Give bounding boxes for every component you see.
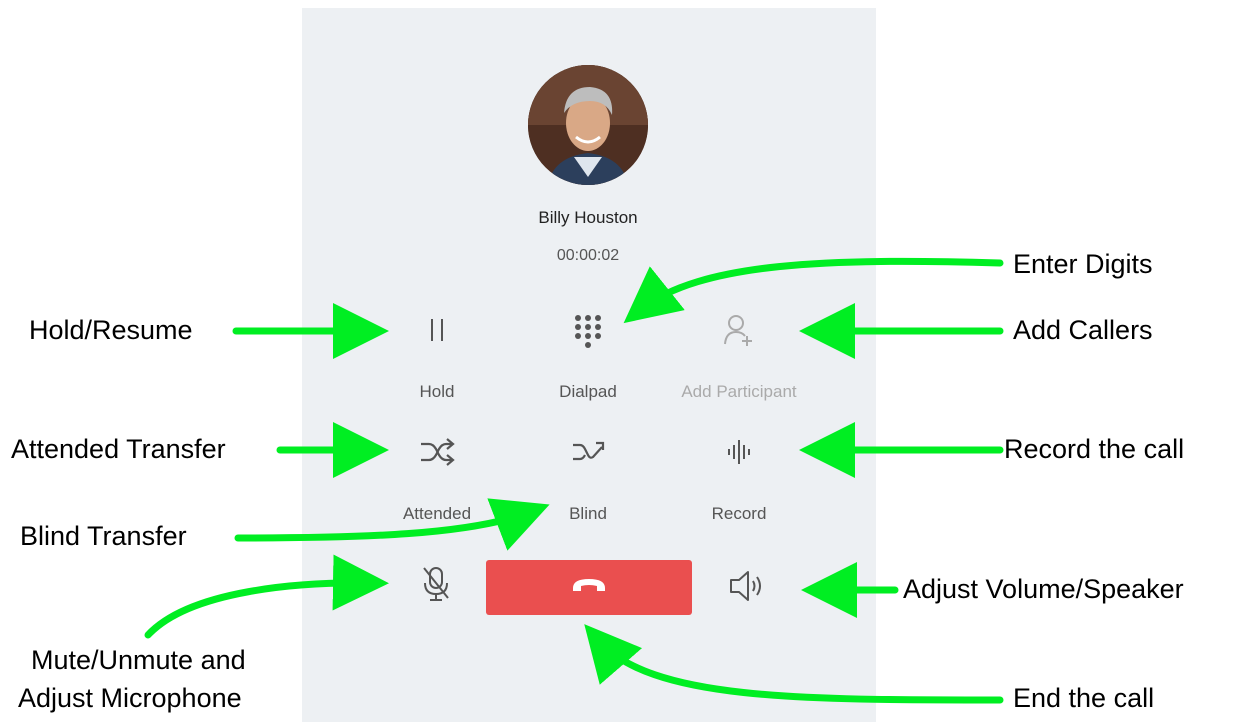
annotation-hold-resume: Hold/Resume bbox=[29, 315, 193, 345]
annotation-adjust-volume: Adjust Volume/Speaker bbox=[903, 574, 1184, 604]
arrow-blind bbox=[234, 498, 550, 551]
arrow-enter-digits bbox=[623, 257, 1004, 324]
annotation-blind-transfer: Blind Transfer bbox=[20, 521, 187, 551]
arrow-end-call bbox=[584, 624, 1004, 704]
annotation-add-callers: Add Callers bbox=[1013, 315, 1153, 345]
arrow-mute bbox=[144, 554, 389, 639]
annotation-record-call: Record the call bbox=[1004, 434, 1185, 464]
annotation-mute-line1: Mute/Unmute and bbox=[31, 645, 246, 675]
annotation-mute-line2: Adjust Microphone bbox=[18, 683, 242, 713]
annotation-end-call: End the call bbox=[1013, 683, 1155, 713]
annotation-enter-digits: Enter Digits bbox=[1013, 249, 1153, 279]
annotation-arrows bbox=[144, 257, 1004, 704]
annotation-attended-transfer: Attended Transfer bbox=[11, 434, 226, 464]
